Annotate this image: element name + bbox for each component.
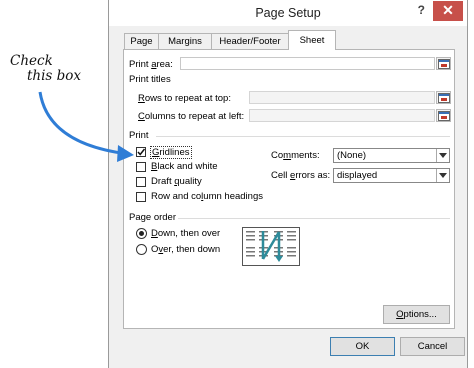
- page-order-heading: Page order: [129, 212, 177, 223]
- over-then-down-radio[interactable]: [136, 244, 147, 255]
- rows-repeat-input[interactable]: [249, 91, 435, 104]
- columns-repeat-input[interactable]: [249, 109, 435, 122]
- page-order-diagram-icon: [246, 231, 296, 262]
- row-column-headings-label: Row and column headings: [151, 191, 263, 202]
- collapse-dialog-icon: [438, 59, 450, 69]
- annotation-line1: Check: [10, 53, 53, 69]
- tab-page[interactable]: Page: [124, 33, 159, 49]
- comments-value: (None): [337, 150, 367, 161]
- draft-quality-label: Draft quality: [151, 176, 202, 187]
- cancel-button[interactable]: Cancel: [400, 337, 465, 356]
- comments-label: Comments:: [271, 150, 320, 161]
- options-button[interactable]: Options...: [383, 305, 450, 324]
- page-order-group-divider: [178, 218, 450, 219]
- print-area-input[interactable]: [180, 57, 435, 70]
- page-order-preview-image: [242, 227, 300, 266]
- print-group-divider: [156, 136, 450, 137]
- ok-button[interactable]: OK: [330, 337, 395, 356]
- print-area-collapse-button[interactable]: [436, 57, 451, 70]
- close-button[interactable]: ✕: [433, 1, 463, 21]
- columns-repeat-label: Columns to repeat at left:: [138, 111, 245, 122]
- collapse-dialog-icon: [438, 93, 450, 103]
- rows-repeat-label: Rows to repeat at top:: [138, 93, 231, 104]
- down-then-over-radio[interactable]: [136, 228, 147, 239]
- collapse-dialog-icon: [438, 111, 450, 121]
- comments-select[interactable]: (None): [333, 148, 450, 163]
- gridlines-label: Gridlines: [150, 146, 192, 159]
- cell-errors-label: Cell errors as:: [271, 170, 331, 181]
- print-area-label: Print area:: [129, 59, 173, 70]
- chevron-down-icon[interactable]: [436, 149, 449, 162]
- over-then-down-label: Over, then down: [151, 244, 221, 255]
- down-then-over-label: Down, then over: [151, 228, 221, 239]
- page-setup-dialog: Page Setup ? ✕ Page Margins Header/Foote…: [108, 0, 468, 368]
- annotation-arrow: [38, 91, 134, 162]
- tab-header-footer[interactable]: Header/Footer: [211, 33, 289, 49]
- dialog-title: Page Setup: [255, 6, 321, 20]
- tab-margins[interactable]: Margins: [158, 33, 212, 49]
- help-button[interactable]: ?: [418, 3, 425, 17]
- chevron-down-icon[interactable]: [436, 169, 449, 182]
- cell-errors-select[interactable]: displayed: [333, 168, 450, 183]
- black-white-label: Black and white: [151, 161, 218, 172]
- cell-errors-value: displayed: [337, 170, 378, 181]
- sheet-panel: Print area: Print titles Rows to repeat …: [123, 49, 455, 329]
- tab-sheet[interactable]: Sheet: [288, 30, 336, 50]
- rows-repeat-collapse-button[interactable]: [436, 91, 451, 104]
- columns-repeat-collapse-button[interactable]: [436, 109, 451, 122]
- title-bar: Page Setup ? ✕: [109, 0, 467, 26]
